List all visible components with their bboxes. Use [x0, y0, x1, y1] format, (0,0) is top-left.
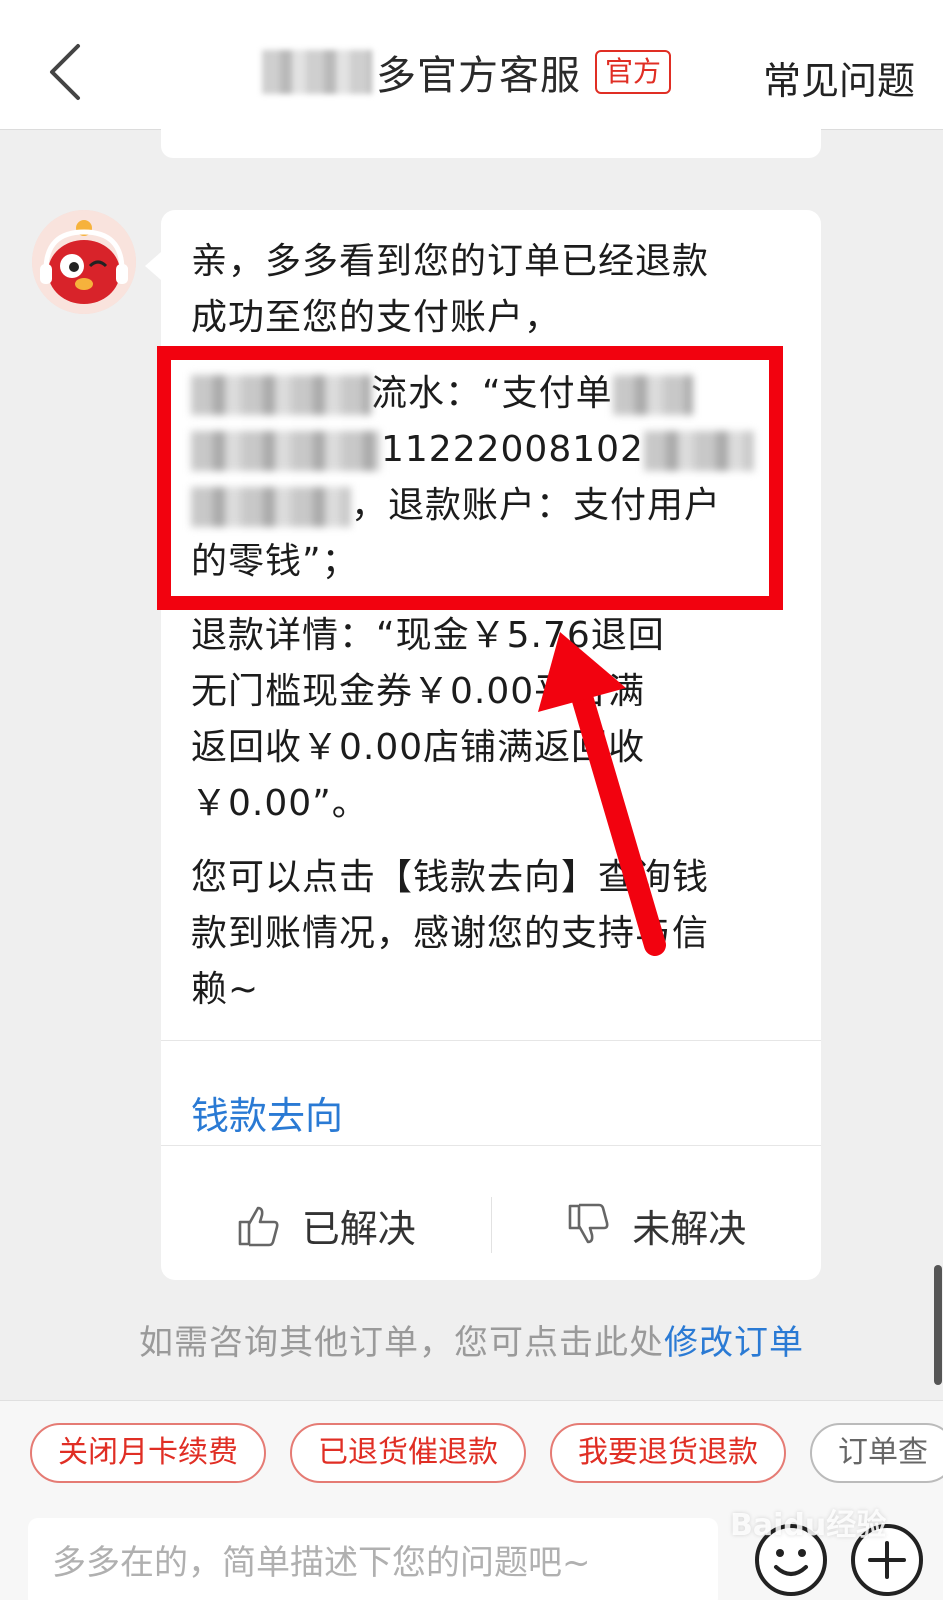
back-button[interactable]: [40, 40, 100, 104]
modify-order-hint: 如需咨询其他订单，您可点击此处修改订单: [0, 1315, 943, 1364]
scrollbar[interactable]: [934, 1265, 942, 1385]
chevron-left-icon: [50, 44, 80, 100]
money-destination-link[interactable]: 钱款去向: [191, 1085, 343, 1140]
message-line: 成功至您的支付账户，: [191, 297, 562, 338]
message-intro: 亲，多多看到您的订单已经退款 成功至您的支付账户，: [191, 234, 791, 346]
mascot-icon: [32, 210, 136, 314]
hint-text: 如需咨询其他订单，您可点击此处: [139, 1323, 664, 1363]
quick-reply-chip[interactable]: 我要退货退款: [550, 1423, 786, 1483]
watermark-text: Baidu经验: [730, 1508, 887, 1543]
message-line: 退款详情：“现金￥5.76退回: [191, 615, 665, 656]
feedback-row: 已解决 未解决: [161, 1170, 821, 1280]
message-line: 返回收￥0.00店铺满返回收: [191, 727, 646, 768]
message-line: 无门槛现金券￥0.00平台满: [191, 671, 646, 712]
quick-reply-chip[interactable]: 关闭月卡续费: [30, 1423, 266, 1483]
thumbs-up-icon: [238, 1206, 279, 1247]
message-line: ￥0.00”。: [191, 783, 369, 824]
divider: [161, 1145, 821, 1146]
service-avatar[interactable]: [32, 210, 136, 314]
previous-message-bubble: [161, 118, 821, 158]
quick-reply-list: 关闭月卡续费 已退货催退款 我要退货退款 订单查: [30, 1423, 943, 1483]
modify-order-link[interactable]: 修改订单: [664, 1323, 804, 1363]
faq-button[interactable]: 常见问题: [763, 50, 915, 105]
unresolved-button[interactable]: 未解决: [492, 1170, 822, 1280]
resolved-label: 已解决: [301, 1206, 416, 1251]
quick-reply-chip[interactable]: 订单查: [810, 1423, 943, 1483]
unresolved-label: 未解决: [632, 1206, 747, 1251]
quick-reply-chip[interactable]: 已退货催退款: [290, 1423, 526, 1483]
top-bar: 多官方客服 官方 常见问题: [0, 0, 943, 130]
message-line: 您可以点击【钱款去向】查询钱: [191, 857, 710, 898]
message-input[interactable]: 多多在的，简单描述下您的问题吧~: [28, 1518, 718, 1600]
message-tip: 您可以点击【钱款去向】查询钱 款到账情况，感谢您的支持与信 赖~: [191, 850, 791, 1018]
message-line: 亲，多多看到您的订单已经退款: [191, 241, 710, 282]
page-title: 多官方客服 官方: [262, 44, 672, 100]
refund-details: 退款详情：“现金￥5.76退回 无门槛现金券￥0.00平台满 返回收￥0.00店…: [191, 608, 791, 832]
annotation-highlight-box: [157, 346, 783, 610]
official-badge: 官方: [595, 50, 672, 94]
message-line: 赖~: [191, 969, 260, 1010]
message-line: 款到账情况，感谢您的支持与信: [191, 913, 710, 954]
redacted-shop-name: [262, 50, 372, 94]
divider: [161, 1040, 821, 1041]
title-text: 多官方客服: [376, 53, 581, 99]
thumbs-down-icon: [568, 1203, 609, 1244]
resolved-button[interactable]: 已解决: [161, 1170, 491, 1280]
